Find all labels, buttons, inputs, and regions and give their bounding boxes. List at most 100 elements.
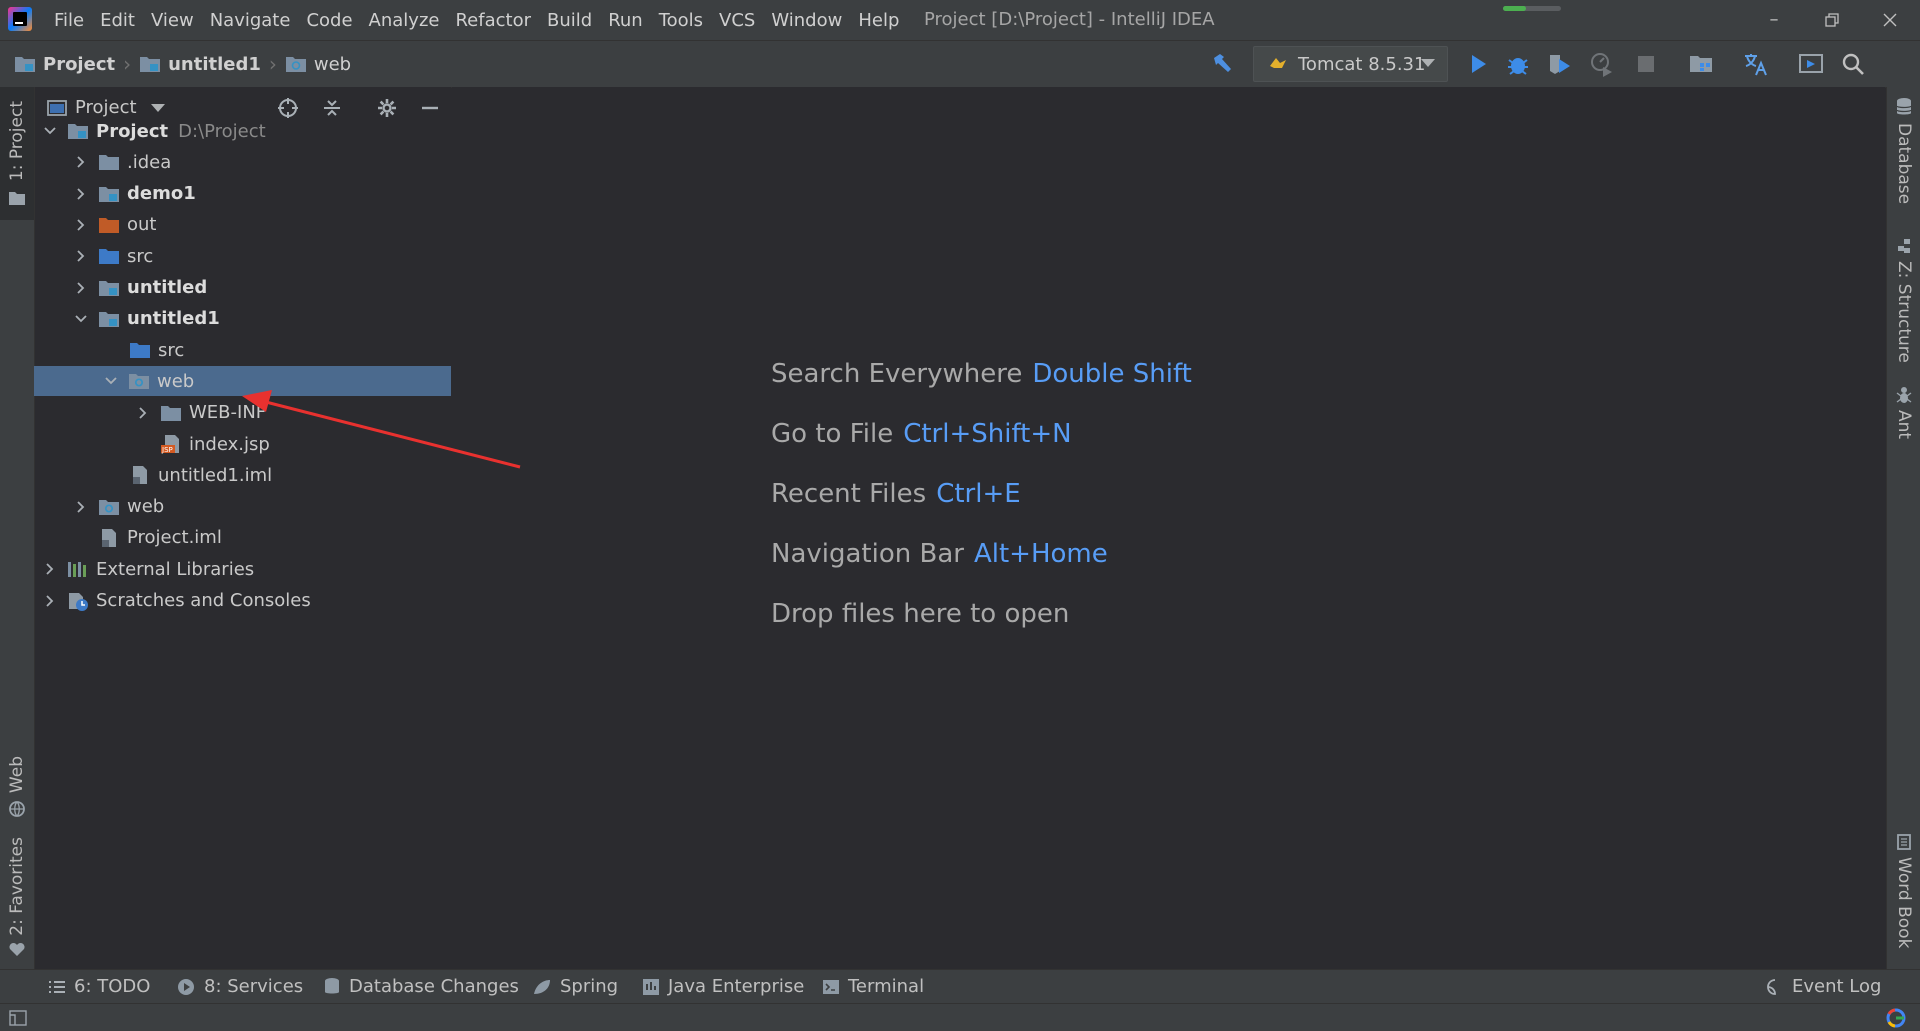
tab-services[interactable]: 8: Services [176, 976, 303, 997]
chevron-right-icon[interactable] [74, 281, 88, 295]
tab-todo[interactable]: 6: TODO [48, 976, 150, 997]
tree-node-idea[interactable]: .idea [35, 147, 451, 177]
menu-build[interactable]: Build [539, 10, 600, 31]
tab-web[interactable]: Web [0, 737, 34, 837]
background-progress-bar[interactable] [1503, 6, 1561, 11]
menu-window[interactable]: Window [763, 10, 850, 31]
profiler-icon[interactable] [1588, 50, 1616, 78]
structure-icon [1898, 239, 1910, 253]
breadcrumb-untitled1[interactable]: untitled1 [139, 54, 261, 75]
run-with-coverage-icon[interactable] [1546, 50, 1574, 78]
tab-database-changes[interactable]: Database Changes [323, 976, 519, 997]
libraries-icon [68, 562, 86, 578]
tree-node-label: src [127, 245, 154, 267]
module-folder-icon [15, 57, 35, 72]
tab-structure[interactable]: Z: Structure [1887, 237, 1920, 363]
tree-node-web[interactable]: web [35, 492, 451, 522]
menu-tools[interactable]: Tools [651, 10, 711, 31]
tab-spring[interactable]: Spring [532, 976, 618, 997]
tree-node-project-iml[interactable]: Project.iml [35, 523, 451, 553]
tab-word-book[interactable]: Word Book [1887, 833, 1920, 948]
google-translate-icon[interactable] [1886, 1008, 1906, 1028]
chevron-right-icon[interactable] [74, 218, 88, 232]
hint-navigation-bar: Navigation Bar Alt+Home [771, 539, 1108, 569]
search-icon[interactable] [1839, 50, 1867, 78]
chevron-down-icon [150, 103, 165, 112]
chevron-right-icon[interactable] [74, 155, 88, 169]
services-icon [178, 978, 194, 995]
tree-node-label: index.jsp [189, 433, 270, 455]
tab-database[interactable]: Database [1887, 97, 1920, 204]
web-folder-icon [99, 499, 119, 515]
menu-help[interactable]: Help [850, 10, 907, 31]
menu-edit[interactable]: Edit [92, 10, 143, 31]
menu-navigate[interactable]: Navigate [202, 10, 299, 31]
tree-node-src[interactable]: src [35, 241, 451, 271]
hint-label: Search Everywhere [771, 359, 1023, 389]
chevron-right-icon[interactable] [43, 562, 57, 576]
build-hammer-icon[interactable] [1208, 50, 1236, 78]
tab-favorites[interactable]: 2: Favorites [0, 832, 34, 962]
chevron-down-icon[interactable] [104, 374, 118, 388]
tab-ant[interactable]: Ant [1887, 384, 1920, 439]
tree-node-label: untitled [127, 277, 208, 298]
tree-node-untitled[interactable]: untitled [35, 273, 451, 303]
stop-icon[interactable] [1632, 50, 1660, 78]
chevron-right-icon[interactable] [74, 249, 88, 263]
menu-file[interactable]: File [46, 10, 92, 31]
heart-icon [9, 943, 25, 957]
tree-node-untitled1[interactable]: untitled1 [35, 304, 451, 334]
menu-analyze[interactable]: Analyze [361, 10, 448, 31]
tree-node-src[interactable]: src [35, 335, 451, 365]
tab-database-changes-label: Database Changes [349, 976, 519, 997]
debug-icon[interactable] [1504, 50, 1532, 78]
tree-node-project[interactable]: Project D:\Project [35, 116, 451, 146]
tree-node-web-inf[interactable]: WEB-INF [35, 398, 451, 428]
minimize-icon[interactable]: – [1762, 8, 1786, 32]
close-icon[interactable] [1878, 8, 1902, 32]
java-enterprise-icon [643, 978, 659, 995]
tab-word-book-label: Word Book [1894, 857, 1914, 949]
chevron-right-icon[interactable] [136, 406, 150, 420]
hint-search-everywhere: Search Everywhere Double Shift [771, 359, 1192, 389]
module-folder-icon [99, 280, 119, 296]
source-folder-icon [99, 249, 119, 265]
run-configuration-selector[interactable]: Tomcat 8.5.31 [1253, 46, 1448, 82]
menu-vcs[interactable]: VCS [711, 10, 763, 31]
tree-node-web[interactable]: web [34, 366, 451, 397]
toggle-tool-windows-icon[interactable] [9, 1010, 27, 1026]
status-bar [0, 1003, 1920, 1031]
menu-view[interactable]: View [143, 10, 202, 31]
tab-terminal[interactable]: Terminal [822, 976, 924, 997]
chevron-right-icon[interactable] [43, 594, 57, 608]
project-structure-icon[interactable] [1688, 50, 1716, 78]
breadcrumb-separator: › [123, 52, 132, 76]
restore-icon[interactable] [1820, 8, 1844, 32]
hint-drop-files: Drop files here to open [771, 599, 1069, 629]
presentation-mode-icon[interactable] [1797, 50, 1825, 78]
tab-java-enterprise[interactable]: Java Enterprise [642, 976, 804, 997]
breadcrumb-project[interactable]: Project [14, 54, 115, 75]
editor-empty-area[interactable]: Search Everywhere Double Shift Go to File… [452, 87, 1885, 969]
run-icon[interactable] [1464, 50, 1492, 78]
project-view-selector[interactable]: Project [47, 97, 165, 118]
menu-refactor[interactable]: Refactor [447, 10, 539, 31]
chevron-down-icon[interactable] [74, 312, 88, 326]
chevron-right-icon[interactable] [74, 500, 88, 514]
chevron-down-icon[interactable] [43, 124, 57, 138]
tab-project[interactable]: 1: Project [0, 87, 34, 220]
menu-run[interactable]: Run [600, 10, 651, 31]
tab-web-label: Web [7, 756, 27, 794]
tree-node-untitled1-iml[interactable]: untitled1.iml [35, 460, 451, 490]
menu-code[interactable]: Code [298, 10, 360, 31]
tree-node-path: D:\Project [178, 120, 266, 142]
tree-node-index-jsp[interactable]: JSP index.jsp [35, 429, 451, 459]
breadcrumb-web[interactable]: web [285, 54, 351, 75]
tree-node-demo1[interactable]: demo1 [35, 179, 451, 209]
translate-icon[interactable] [1742, 50, 1770, 78]
tree-node-out[interactable]: out [35, 210, 451, 240]
tree-node-scratches-and-consoles[interactable]: Scratches and Consoles [35, 586, 451, 616]
chevron-right-icon[interactable] [74, 187, 88, 201]
tree-node-external-libraries[interactable]: External Libraries [35, 554, 451, 584]
tab-event-log[interactable]: Event Log [1766, 976, 1881, 997]
